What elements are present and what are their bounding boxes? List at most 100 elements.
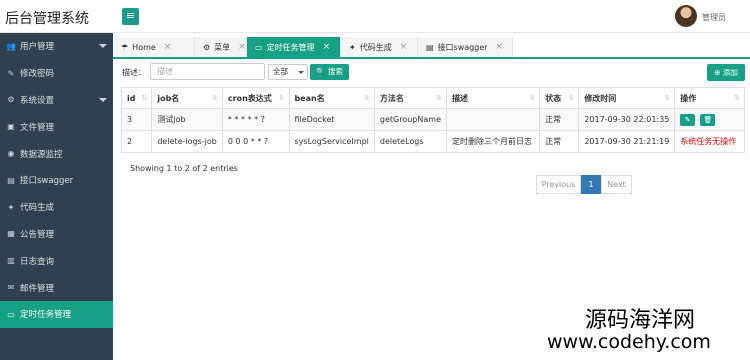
sidebar-item-label: 修改密码 — [20, 69, 55, 80]
tab-item[interactable]: ✦ 代码生成 × — [341, 37, 418, 57]
sidebar-item[interactable]: ◉ 数据源监控 — [0, 140, 113, 167]
status-select[interactable]: 全部 — [268, 64, 308, 80]
cell-desc: 定时删除三个月前日志 — [451, 137, 532, 146]
table-cell-actions: ✎ 🗑 — [674, 108, 745, 131]
table-cell: 2017-09-30 21:21:19 — [578, 130, 676, 153]
sidebar-item[interactable]: ✦ 代码生成 — [0, 194, 113, 221]
sidebar-item[interactable]: ✎ 修改密码 — [0, 60, 113, 87]
tab-label: 定时任务管理 — [266, 42, 315, 52]
sidebar-item-icon: ✎ — [7, 68, 15, 78]
column-header[interactable]: 描述 ⇅ — [445, 87, 541, 109]
column-header[interactable]: 操作 ⇅ — [674, 87, 745, 109]
sidebar-item-label: 用户管理 — [20, 42, 55, 53]
edit-button[interactable]: ✎ — [680, 113, 696, 126]
column-header[interactable]: id ⇅ — [120, 87, 153, 109]
sort-icon[interactable]: ⇅ — [364, 94, 370, 102]
tab-icon: ⚙ — [203, 42, 211, 52]
job-table: id ⇅ job名 ⇅ cron表达式 ⇅ bean名 ⇅ 方法名 ⇅ 描述 ⇅ 状态 ⇅ 修改时间 ⇅ 操作 ⇅… — [120, 87, 745, 153]
sidebar-item-label: 数据源监控 — [20, 149, 63, 160]
user-name[interactable]: 管理员 — [702, 12, 726, 23]
menu-toggle-button[interactable]: ≡ — [122, 8, 139, 25]
sort-icon[interactable]: ⇅ — [279, 94, 285, 102]
close-icon[interactable]: × — [323, 42, 331, 52]
sidebar-item[interactable]: ▦ 公告管理 — [0, 221, 113, 248]
close-icon[interactable]: × — [496, 42, 504, 52]
column-header-label: bean名 — [294, 93, 325, 103]
watermark-title: 源码海洋网 — [585, 308, 696, 333]
sort-icon[interactable]: ⇅ — [529, 94, 535, 102]
column-header[interactable]: 状态 ⇅ — [539, 87, 580, 109]
chevron-down-icon — [99, 97, 107, 102]
cell-id: 3 — [127, 115, 133, 124]
tab-item[interactable]: ▤ 接口swagger × — [418, 37, 513, 57]
sidebar-item-icon: ⚙ — [7, 95, 15, 105]
close-icon[interactable]: × — [238, 42, 246, 52]
table-cell: 0 0 0 * * ? — [221, 130, 290, 153]
column-header[interactable]: bean名 ⇅ — [288, 87, 375, 109]
pagination: Previous 1 Next — [536, 175, 632, 194]
sort-icon[interactable]: ⇅ — [664, 94, 670, 102]
table-cell — [445, 108, 541, 131]
cell-bean: sysLogServiceImpl — [294, 137, 369, 146]
sidebar-item[interactable]: ▤ 接口swagger — [0, 167, 113, 194]
search-button[interactable]: 🔍 搜索 — [310, 64, 349, 80]
column-header[interactable]: job名 ⇅ — [151, 87, 223, 109]
column-header[interactable]: 方法名 ⇅ — [373, 87, 447, 109]
table-cell-actions: 系统任务无操作 — [674, 130, 745, 153]
delete-button[interactable]: 🗑 — [700, 113, 716, 126]
sidebar-item-label: 定时任务管理 — [20, 310, 72, 321]
previous-page-button[interactable]: Previous — [536, 175, 581, 194]
tab-icon: ▤ — [426, 42, 434, 52]
sort-icon[interactable]: ⇅ — [436, 94, 442, 102]
column-header[interactable]: 修改时间 ⇅ — [578, 87, 676, 109]
tab-item[interactable]: ☂ Home × — [113, 37, 195, 57]
sidebar-item-icon: ✦ — [7, 202, 15, 212]
table-body: 3 测试job * * * * * ? fileDocket getGroupName 正… — [120, 108, 745, 153]
cell-status: 正常 — [545, 137, 562, 146]
column-header[interactable]: cron表达式 ⇅ — [221, 87, 290, 109]
tab-icon: ☂ — [121, 42, 129, 52]
table-cell: 2 — [120, 130, 153, 153]
sidebar-item-icon: ✉ — [7, 283, 15, 293]
sidebar: 👥 用户管理 ✎ 修改密码 ⚙ 系统设置 ▣ 文件管理 ◉ 数据源监控 ▤ 接口swagger ✦ 代码生… — [0, 33, 113, 360]
sidebar-item[interactable]: ▭ 定时任务管理 — [0, 300, 113, 328]
column-header-label: job名 — [157, 93, 180, 103]
table-cell: delete-logs-job — [151, 130, 223, 153]
add-button[interactable]: ⊕ 添加 — [707, 64, 745, 81]
search-button-label: 搜索 — [327, 67, 343, 76]
table-row: 2 delete-logs-job 0 0 0 * * ? sysLogService… — [120, 130, 745, 153]
sidebar-item-icon: 👥 — [6, 41, 16, 51]
tab-label: 代码生成 — [359, 42, 392, 52]
top-header: 后台管理系统 ≡ 管理员 — [0, 0, 750, 33]
next-page-button[interactable]: Next — [601, 175, 632, 194]
page-1-button[interactable]: 1 — [581, 175, 601, 194]
sidebar-item-label: 接口swagger — [20, 176, 74, 187]
tab-item[interactable]: ⚙ 菜单 × — [195, 37, 247, 57]
add-button-label: 添加 — [722, 68, 738, 77]
close-icon[interactable]: × — [400, 42, 408, 52]
sort-icon[interactable]: ⇅ — [212, 94, 218, 102]
sort-icon[interactable]: ⇅ — [568, 94, 574, 102]
search-input[interactable] — [150, 63, 265, 80]
column-header-label: id — [127, 93, 136, 103]
sidebar-item[interactable]: ▥ 日志查询 — [0, 247, 113, 274]
sidebar-item-icon: ▥ — [7, 256, 15, 266]
entries-info: Showing 1 to 2 of 2 entries — [130, 164, 238, 173]
sidebar-item[interactable]: ▣ 文件管理 — [0, 113, 113, 140]
cell-method: deleteLogs — [379, 137, 424, 146]
cell-time: 2017-09-30 22:01:35 — [584, 115, 670, 124]
table-cell: 2017-09-30 22:01:35 — [578, 108, 676, 131]
tab-item[interactable]: ▭ 定时任务管理 × — [247, 37, 341, 57]
table-cell: 正常 — [539, 108, 580, 131]
sort-icon[interactable]: ⇅ — [734, 94, 740, 102]
sort-icon[interactable]: ⇅ — [141, 94, 147, 102]
avatar[interactable] — [675, 5, 697, 27]
column-header-label: 描述 — [451, 93, 468, 103]
close-icon[interactable]: × — [164, 42, 172, 52]
sidebar-item-icon: ▤ — [7, 175, 15, 185]
search-icon: 🔍 — [316, 67, 326, 76]
cell-cron: * * * * * ? — [227, 115, 265, 124]
sidebar-item[interactable]: 👥 用户管理 — [0, 33, 113, 60]
sidebar-item[interactable]: ✉ 邮件管理 — [0, 274, 113, 301]
sidebar-item[interactable]: ⚙ 系统设置 — [0, 87, 113, 114]
